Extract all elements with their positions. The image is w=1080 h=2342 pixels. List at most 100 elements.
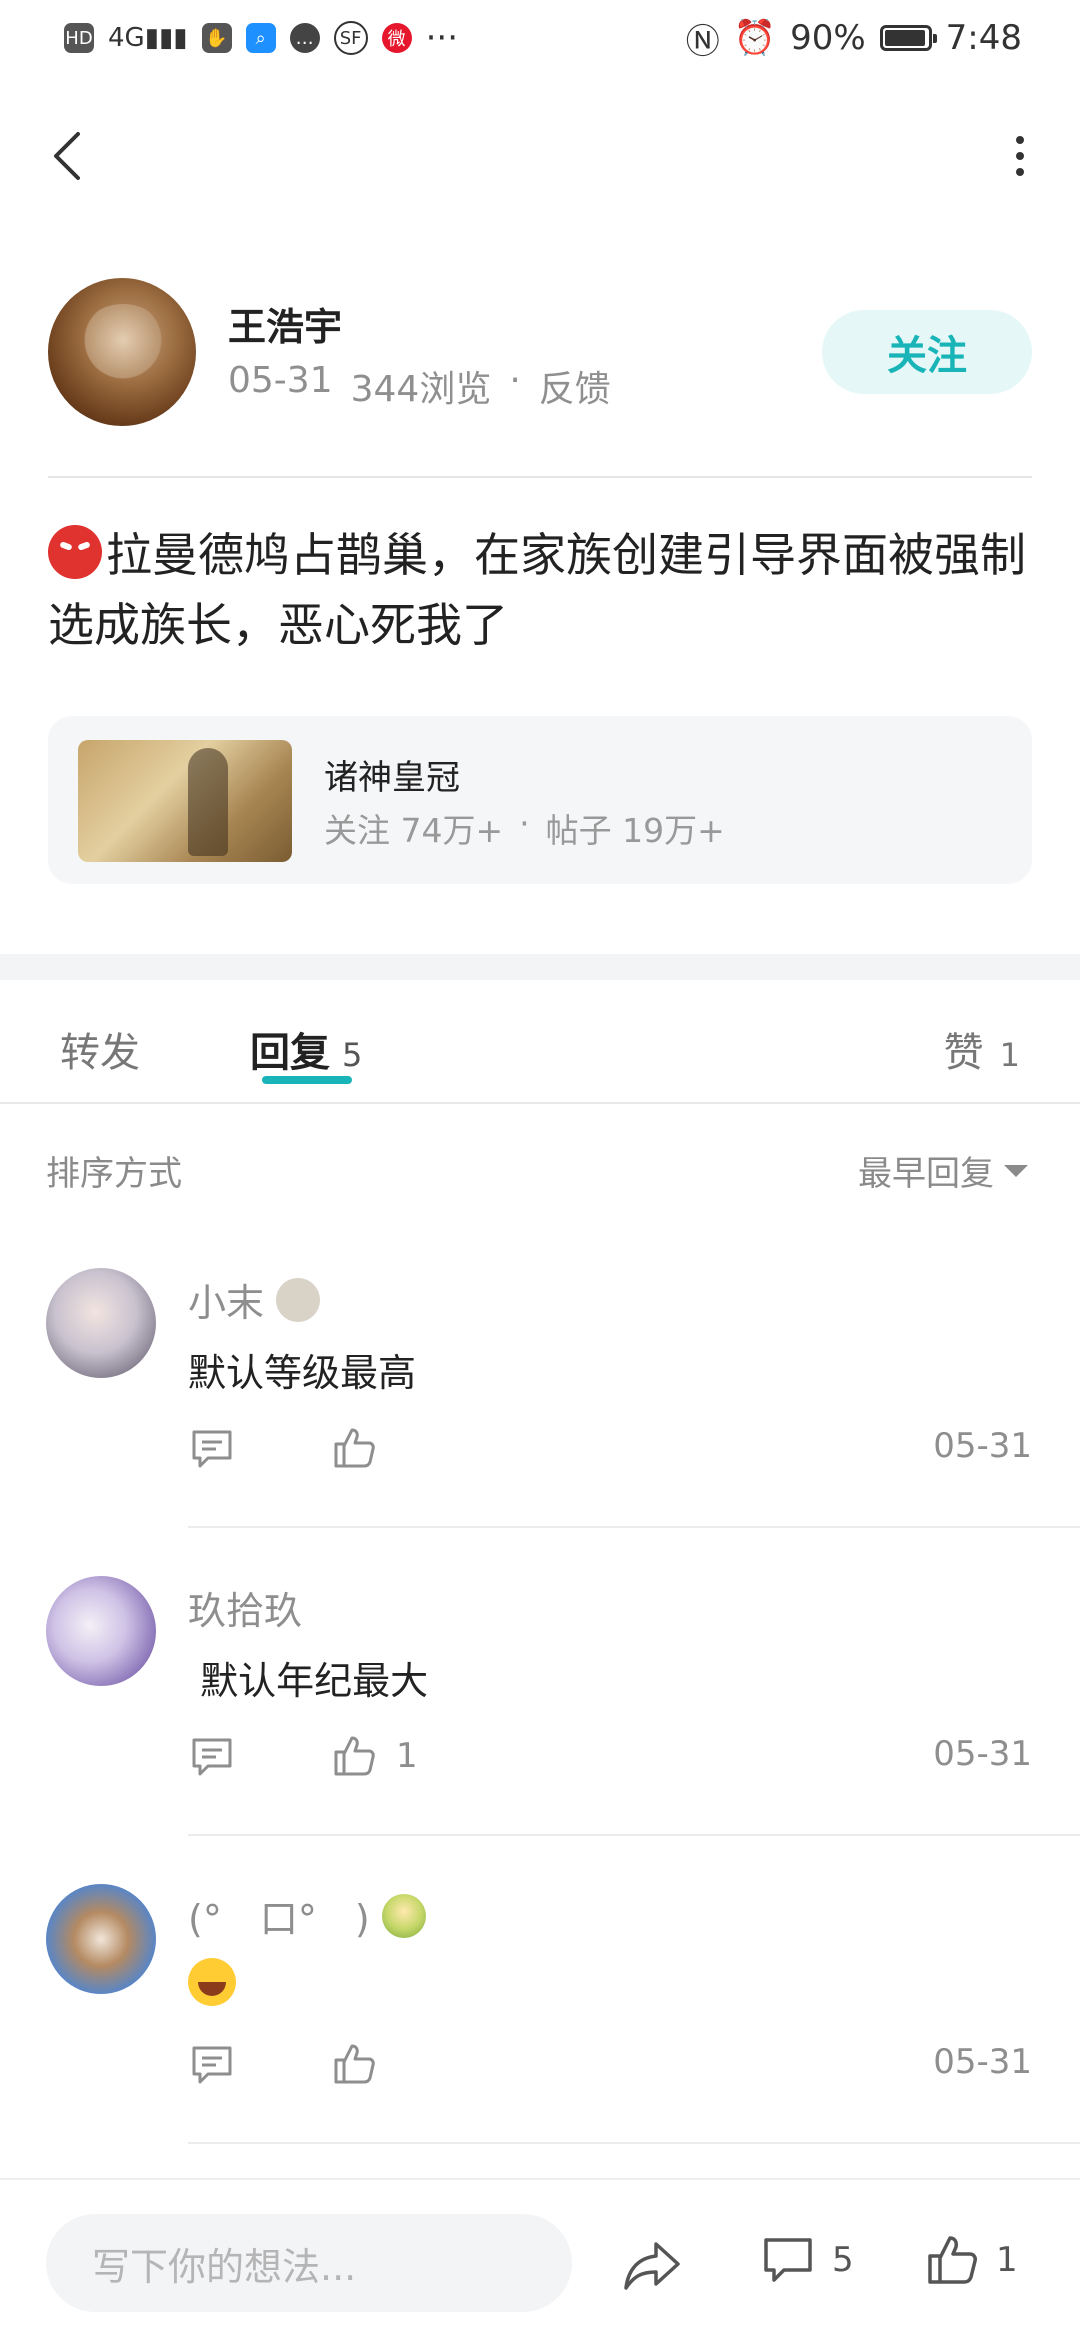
like-post-button[interactable]: 1: [924, 2232, 1018, 2288]
alarm-icon: ⏰: [733, 18, 777, 58]
divider: [0, 1102, 1080, 1104]
follow-button[interactable]: 关注: [822, 310, 1032, 394]
forum-follows: 关注 74万+: [324, 811, 504, 850]
comment-date: 05-31: [933, 2042, 1032, 2082]
status-left: HD 4G▮▮▮ ✋ ⌕ … SF 微 ···: [64, 18, 458, 58]
laughing-emoji-icon: [188, 1958, 236, 2006]
thumbs-up-icon: [334, 1428, 375, 1468]
nav-bar: [0, 110, 1080, 210]
forum-posts: 帖子 19万+: [545, 811, 725, 850]
comment-actions: 05-31: [188, 2040, 1032, 2100]
nfc-icon: Ⓝ: [685, 21, 720, 62]
tab-bar: 转发 回复 5 赞1: [0, 980, 1080, 1104]
author-header: 王浩宇 05-31 344浏览 · 反馈 关注: [48, 278, 1032, 428]
commenter-name-row: 玖拾玖: [188, 1580, 302, 1635]
hd-icon: HD: [64, 23, 94, 53]
chevron-down-icon: [1004, 1164, 1028, 1177]
sort-bar: 排序方式 最早回复: [0, 1140, 1080, 1200]
reply-icon[interactable]: [188, 2040, 236, 2088]
angry-face-icon: [48, 525, 102, 579]
tab-reply[interactable]: 回复 5: [250, 1020, 362, 1078]
forum-stats: 关注 74万+ · 帖子 19万+: [324, 804, 725, 852]
active-tab-indicator: [262, 1076, 352, 1084]
post-like-count: 1: [996, 2240, 1018, 2280]
feedback-link[interactable]: 反馈: [539, 360, 611, 412]
tab-forward[interactable]: 转发: [60, 1020, 140, 1078]
author-avatar[interactable]: [48, 278, 196, 426]
more-vertical-icon[interactable]: [980, 126, 1040, 186]
commenter-name[interactable]: (° 口° ): [188, 1888, 370, 1943]
meta-separator: ·: [509, 360, 521, 401]
back-arrow-icon[interactable]: [40, 126, 100, 186]
commenter-name-row: 小末: [188, 1272, 321, 1327]
battery-icon: [879, 25, 937, 51]
weibo-icon: 微: [381, 23, 412, 53]
like-count: 1: [396, 1736, 418, 1776]
user-badge-icon: [276, 1277, 321, 1322]
clock: 7:48: [945, 18, 1022, 58]
section-separator: [0, 954, 1080, 980]
sort-dropdown[interactable]: 最早回复: [858, 1146, 1028, 1195]
commenter-avatar[interactable]: [46, 1268, 156, 1378]
commenter-avatar[interactable]: [46, 1576, 156, 1686]
forum-thumbnail: [78, 740, 292, 862]
comment-date: 05-31: [933, 1734, 1032, 1774]
divider: [188, 1526, 1080, 1528]
sf-icon: SF: [333, 21, 368, 55]
comment-text: [188, 1958, 236, 2015]
user-badge-icon: [381, 1893, 426, 1938]
signal-icon: 4G▮▮▮: [108, 23, 188, 53]
commenter-name-row: (° 口° ): [188, 1888, 426, 1943]
commenter-avatar[interactable]: [46, 1884, 156, 1994]
post-text: 拉曼德鸠占鹊巢，在家族创建引导界面被强制选成族长，恶心死我了: [48, 528, 1026, 652]
battery-percent: 90%: [790, 18, 866, 58]
comment-item: (° 口° ) 05-31: [0, 1884, 1080, 2194]
share-icon[interactable]: [622, 2238, 682, 2294]
forum-name: 诸神皇冠: [324, 758, 460, 798]
reply-icon[interactable]: [188, 1732, 236, 1780]
like-button[interactable]: [330, 2040, 396, 2088]
tab-reply-count: 5: [342, 1036, 363, 1074]
thumbs-up-icon: [928, 2236, 977, 2284]
comment-text: 默认年纪最大: [188, 1659, 429, 1703]
thumbs-up-icon: [334, 1736, 375, 1776]
comment-date: 05-31: [933, 1426, 1032, 1466]
chat-icon: …: [289, 23, 320, 53]
commenter-name[interactable]: 小末: [188, 1272, 264, 1327]
comment-item: 小末 默认等级最高 05-31: [0, 1268, 1080, 1578]
tab-like[interactable]: 赞1: [944, 1020, 1020, 1078]
tab-reply-label: 回复: [250, 1030, 330, 1076]
author-name[interactable]: 王浩宇: [228, 296, 342, 351]
divider: [188, 2142, 1080, 2144]
thumbs-up-icon: [334, 2044, 375, 2084]
comment-text: 默认等级最高: [188, 1351, 417, 1395]
more-notifications-icon: ···: [425, 18, 459, 58]
divider: [188, 1834, 1080, 1836]
bottom-action-bar: 写下你的想法... 5 1: [0, 2178, 1080, 2342]
comment-item: 玖拾玖 默认年纪最大 1 05-31: [0, 1576, 1080, 1886]
post-views: 344浏览: [350, 369, 492, 410]
comment-input[interactable]: 写下你的想法...: [46, 2214, 572, 2312]
stats-separator: ·: [519, 804, 530, 843]
post-date: 05-31: [228, 360, 333, 401]
forum-card[interactable]: 诸神皇冠 关注 74万+ · 帖子 19万+: [48, 716, 1032, 884]
like-button[interactable]: 1: [330, 1732, 418, 1780]
author-meta: 05-31 344浏览 · 反馈: [228, 360, 611, 412]
search-app-icon: ⌕: [245, 23, 276, 53]
hand-icon: ✋: [201, 23, 232, 53]
comment-icon: [764, 2238, 812, 2282]
tab-forward-label: 转发: [60, 1030, 140, 1076]
divider: [48, 476, 1032, 478]
post-content: 拉曼德鸠占鹊巢，在家族创建引导界面被强制选成族长，恶心死我了: [48, 520, 1038, 660]
reply-icon[interactable]: [188, 1424, 236, 1472]
comment-actions: 05-31: [188, 1424, 1032, 1484]
sort-selected: 最早回复: [858, 1154, 994, 1194]
comment-count: 5: [832, 2240, 854, 2280]
tab-like-label: 赞: [943, 1030, 984, 1076]
sort-label: 排序方式: [46, 1154, 182, 1194]
comment-actions: 1 05-31: [188, 1732, 1032, 1792]
comments-button[interactable]: 5: [760, 2232, 854, 2288]
like-button[interactable]: [330, 1424, 396, 1472]
status-right: Ⓝ ⏰ 90% 7:48: [686, 14, 1022, 63]
commenter-name[interactable]: 玖拾玖: [188, 1580, 302, 1635]
